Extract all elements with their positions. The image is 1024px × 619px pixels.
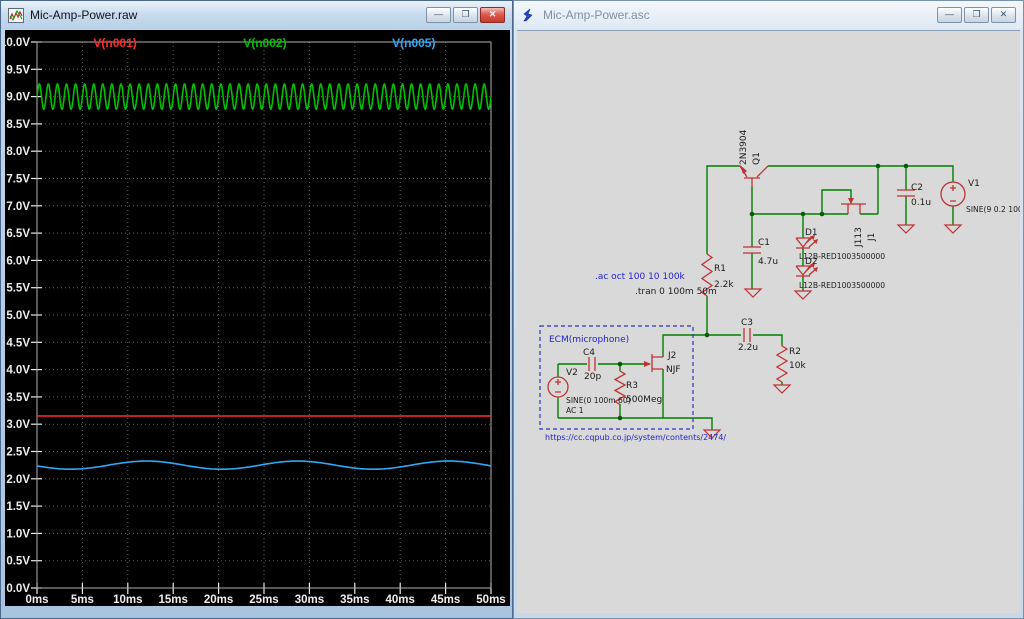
close-button[interactable]: ✕: [480, 7, 505, 23]
directive-tran: .tran 0 100m 50m: [635, 287, 717, 297]
waveform-plot[interactable]: 10.0V 9.5V 9.0V 8.5V 8.0V 7.5V 7.0V 6.5V 6.0V 5.5…: [5, 30, 510, 606]
x-tick-label: 10ms: [113, 594, 142, 606]
x-tick-label: 45ms: [431, 594, 460, 606]
v2-value2: AC 1: [566, 406, 584, 415]
schematic-panel[interactable]: 2N3904 Q1 J113 J1 R1 2.2k C1 4.7u D1 L12…: [517, 30, 1020, 613]
legend-V(n001)[interactable]: V(n001): [93, 36, 136, 50]
v2-value: SINE(0 100m 60): [566, 396, 631, 405]
y-tick-label: 9.5V: [6, 64, 30, 76]
c1-name: C1: [758, 238, 770, 248]
r3-name: R3: [626, 381, 638, 391]
c1-value: 4.7u: [758, 257, 778, 267]
j2-value: NJF: [666, 365, 681, 375]
schematic-components: [548, 165, 965, 405]
y-tick-label: 7.5V: [6, 174, 30, 186]
y-tick-label: 6.5V: [6, 228, 30, 240]
v2-name: V2: [566, 368, 578, 378]
y-tick-label: 1.5V: [6, 501, 30, 513]
v1-value: SINE(9 0.2 1000): [966, 205, 1020, 214]
d1-name: D1: [805, 228, 818, 238]
y-tick-label: 8.5V: [6, 119, 30, 131]
y-tick-label: 8.0V: [6, 146, 30, 158]
x-tick-label: 25ms: [249, 594, 278, 606]
legend-V(n002)[interactable]: V(n002): [243, 36, 286, 50]
y-tick-label: 6.0V: [6, 255, 30, 267]
r1-value: 2.2k: [714, 280, 734, 290]
y-tick-label: 3.5V: [6, 392, 30, 404]
y-tick-label: 4.0V: [6, 365, 30, 377]
window-title: Mic-Amp-Power.asc: [543, 8, 650, 22]
x-tick-label: 15ms: [158, 594, 187, 606]
r2-value: 10k: [789, 361, 806, 371]
d2-model: L12B-RED1003500000: [799, 281, 885, 290]
x-tick-label: 35ms: [340, 594, 369, 606]
y-tick-label: 10.0V: [5, 37, 30, 49]
maximize-button[interactable]: ❐: [964, 7, 989, 23]
c2-value: 0.1u: [911, 198, 931, 208]
y-tick-label: 3.0V: [6, 419, 30, 431]
c4-value: 20p: [584, 372, 601, 382]
y-tick-label: 1.0V: [6, 528, 30, 540]
close-button[interactable]: ✕: [991, 7, 1016, 23]
d2-name: D2: [805, 257, 818, 267]
j1-value: J113: [854, 227, 864, 248]
maximize-button[interactable]: ❐: [453, 7, 478, 23]
ecm-box-label: ECM(microphone): [549, 335, 629, 345]
x-tick-label: 0ms: [25, 594, 48, 606]
minimize-button[interactable]: —: [426, 7, 451, 23]
y-tick-label: 2.0V: [6, 474, 30, 486]
schematic-labels: 2N3904 Q1 J113 J1 R1 2.2k C1 4.7u D1 L12…: [545, 129, 1020, 442]
q1-name: Q1: [752, 152, 762, 165]
y-tick-label: 0.5V: [6, 556, 30, 568]
waveform-window-icon: [8, 8, 24, 23]
url-note: https://cc.cqpub.co.jp/system/contents/2…: [545, 433, 726, 442]
c3-name: C3: [741, 318, 753, 328]
legend-V(n005)[interactable]: V(n005): [392, 36, 435, 50]
y-tick-label: 9.0V: [6, 92, 30, 104]
minimize-button[interactable]: —: [937, 7, 962, 23]
x-tick-label: 20ms: [204, 594, 233, 606]
y-tick-label: 5.5V: [6, 283, 30, 295]
trace-V(n002)[interactable]: [37, 84, 491, 109]
schematic-titlebar[interactable]: Mic-Amp-Power.asc — ❐ ✕: [514, 1, 1023, 29]
y-tick-label: 5.0V: [6, 310, 30, 322]
window-title: Mic-Amp-Power.raw: [30, 8, 137, 22]
y-tick-label: 4.5V: [6, 337, 30, 349]
j1-name: J1: [867, 233, 877, 242]
y-tick-label: 7.0V: [6, 201, 30, 213]
plot-panel[interactable]: 10.0V 9.5V 9.0V 8.5V 8.0V 7.5V 7.0V 6.5V 6.0V 5.5…: [5, 30, 510, 606]
c3-value: 2.2u: [738, 343, 758, 353]
x-tick-label: 50ms: [476, 594, 505, 606]
waveform-window: Mic-Amp-Power.raw — ❐ ✕ 10.0V 9.5V 9.0V 8.5…: [0, 0, 513, 619]
j2-name: J2: [667, 351, 676, 361]
c2-name: C2: [911, 183, 923, 193]
directive-ac: .ac oct 100 10 100k: [595, 272, 686, 282]
x-tick-label: 5ms: [71, 594, 94, 606]
y-tick-label: 2.5V: [6, 447, 30, 459]
r1-name: R1: [714, 264, 726, 274]
r3-value: 500Meg: [626, 395, 662, 405]
schematic-wires: [558, 166, 953, 430]
schematic-window: Mic-Amp-Power.asc — ❐ ✕: [513, 0, 1024, 619]
x-tick-label: 30ms: [295, 594, 324, 606]
q1-value: 2N3904: [739, 129, 749, 165]
c4-name: C4: [583, 348, 595, 358]
x-tick-label: 40ms: [385, 594, 414, 606]
r2-name: R2: [789, 347, 801, 357]
waveform-titlebar[interactable]: Mic-Amp-Power.raw — ❐ ✕: [1, 1, 512, 29]
v1-name: V1: [968, 179, 980, 189]
ltspice-app-icon: [521, 8, 537, 23]
schematic-canvas[interactable]: 2N3904 Q1 J113 J1 R1 2.2k C1 4.7u D1 L12…: [517, 31, 1020, 614]
